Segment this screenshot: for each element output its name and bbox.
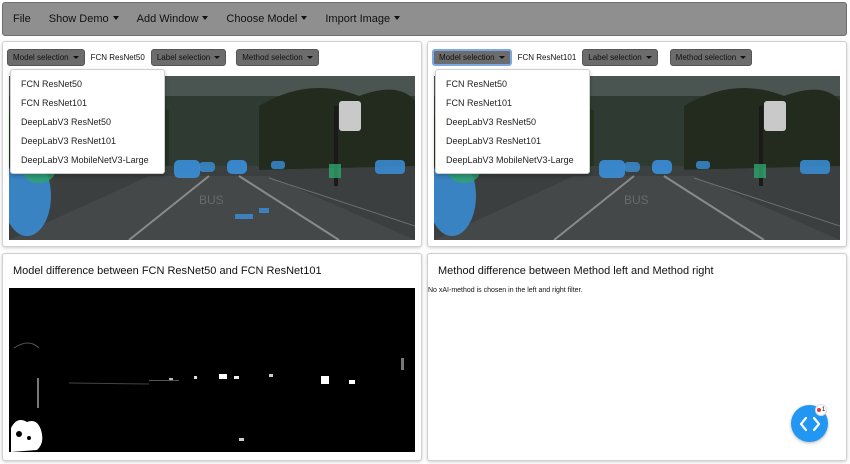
model-difference-panel: Model difference between FCN ResNet50 an…	[2, 253, 422, 461]
left-toolbar: Model selection FCN ResNet50 Label selec…	[7, 47, 319, 67]
left-option-fcn-resnet50[interactable]: FCN ResNet50	[11, 74, 164, 93]
menu-choose-model-label: Choose Model	[226, 13, 298, 25]
left-method-selection-label: Method selection	[242, 52, 303, 62]
left-option-fcn-resnet101[interactable]: FCN ResNet101	[11, 93, 164, 112]
chevron-down-icon	[72, 55, 79, 59]
notification-count: 1	[821, 407, 826, 413]
left-option-deeplabv3-resnet101[interactable]: DeepLabV3 ResNet101	[11, 131, 164, 150]
notification-badge: 1	[815, 404, 827, 416]
left-label-selection-button[interactable]: Label selection	[150, 48, 227, 66]
left-model-dropdown: FCN ResNet50 FCN ResNet101 DeepLabV3 Res…	[10, 69, 165, 174]
right-model-value: FCN ResNet101	[517, 52, 577, 62]
menu-import-image-label: Import Image	[325, 13, 391, 25]
right-label-selection-label: Label selection	[588, 52, 642, 62]
right-option-deeplabv3-mobilenetv3[interactable]: DeepLabV3 MobileNetV3-Large	[436, 150, 589, 169]
chevron-down-icon	[202, 16, 209, 20]
method-difference-panel: Method difference between Method left an…	[427, 253, 847, 461]
left-label-selection-label: Label selection	[156, 52, 211, 62]
right-label-selection-button[interactable]: Label selection	[582, 48, 658, 66]
menu-import-image[interactable]: Import Image	[325, 13, 401, 25]
model-difference-title: Model difference between FCN ResNet50 an…	[13, 265, 322, 277]
chevron-down-icon	[740, 55, 747, 59]
chevron-down-icon	[498, 55, 505, 59]
left-model-value: FCN ResNet50	[90, 52, 145, 62]
chevron-down-icon	[214, 55, 221, 59]
right-option-deeplabv3-resnet101[interactable]: DeepLabV3 ResNet101	[436, 131, 589, 150]
road-marking-text: BUS	[199, 193, 224, 207]
right-option-fcn-resnet101[interactable]: FCN ResNet101	[436, 93, 589, 112]
right-method-selection-label: Method selection	[675, 52, 737, 62]
right-option-fcn-resnet50[interactable]: FCN ResNet50	[436, 74, 589, 93]
road-marking-text: BUS	[624, 193, 649, 207]
chevron-down-icon	[394, 16, 401, 20]
left-method-selection-button[interactable]: Method selection	[236, 48, 319, 66]
chevron-down-icon	[301, 16, 308, 20]
left-option-deeplabv3-resnet50[interactable]: DeepLabV3 ResNet50	[11, 112, 164, 131]
code-icon	[799, 416, 820, 431]
method-difference-title: Method difference between Method left an…	[438, 265, 714, 277]
menu-file[interactable]: File	[13, 13, 31, 25]
chevron-down-icon	[112, 16, 119, 20]
chevron-down-icon	[645, 55, 652, 59]
right-toolbar: Model selection FCN ResNet101 Label sele…	[432, 47, 753, 67]
right-model-selection-button[interactable]: Model selection	[432, 48, 512, 66]
menu-choose-model[interactable]: Choose Model	[226, 13, 308, 25]
menu-bar: File Show Demo Add Window Choose Model I…	[2, 2, 847, 36]
status-dot-icon	[816, 408, 821, 412]
right-model-selection-label: Model selection	[439, 52, 495, 62]
left-model-selection-label: Model selection	[13, 52, 69, 62]
model-difference-image	[9, 288, 415, 452]
chevron-down-icon	[306, 55, 313, 59]
left-option-deeplabv3-mobilenetv3[interactable]: DeepLabV3 MobileNetV3-Large	[11, 150, 164, 169]
left-segmentation-panel: Model selection FCN ResNet50 Label selec…	[2, 41, 422, 247]
menu-add-window[interactable]: Add Window	[137, 13, 209, 25]
right-segmentation-panel: Model selection FCN ResNet101 Label sele…	[427, 41, 847, 247]
menu-show-demo[interactable]: Show Demo	[49, 13, 119, 25]
right-model-dropdown: FCN ResNet50 FCN ResNet101 DeepLabV3 Res…	[435, 69, 590, 174]
right-method-selection-button[interactable]: Method selection	[669, 48, 753, 66]
menu-show-demo-label: Show Demo	[48, 13, 109, 25]
left-model-selection-button[interactable]: Model selection	[7, 48, 85, 66]
menu-add-window-label: Add Window	[136, 13, 199, 25]
method-difference-notice: No xAI-method is chosen in the left and …	[428, 287, 583, 294]
right-option-deeplabv3-resnet50[interactable]: DeepLabV3 ResNet50	[436, 112, 589, 131]
